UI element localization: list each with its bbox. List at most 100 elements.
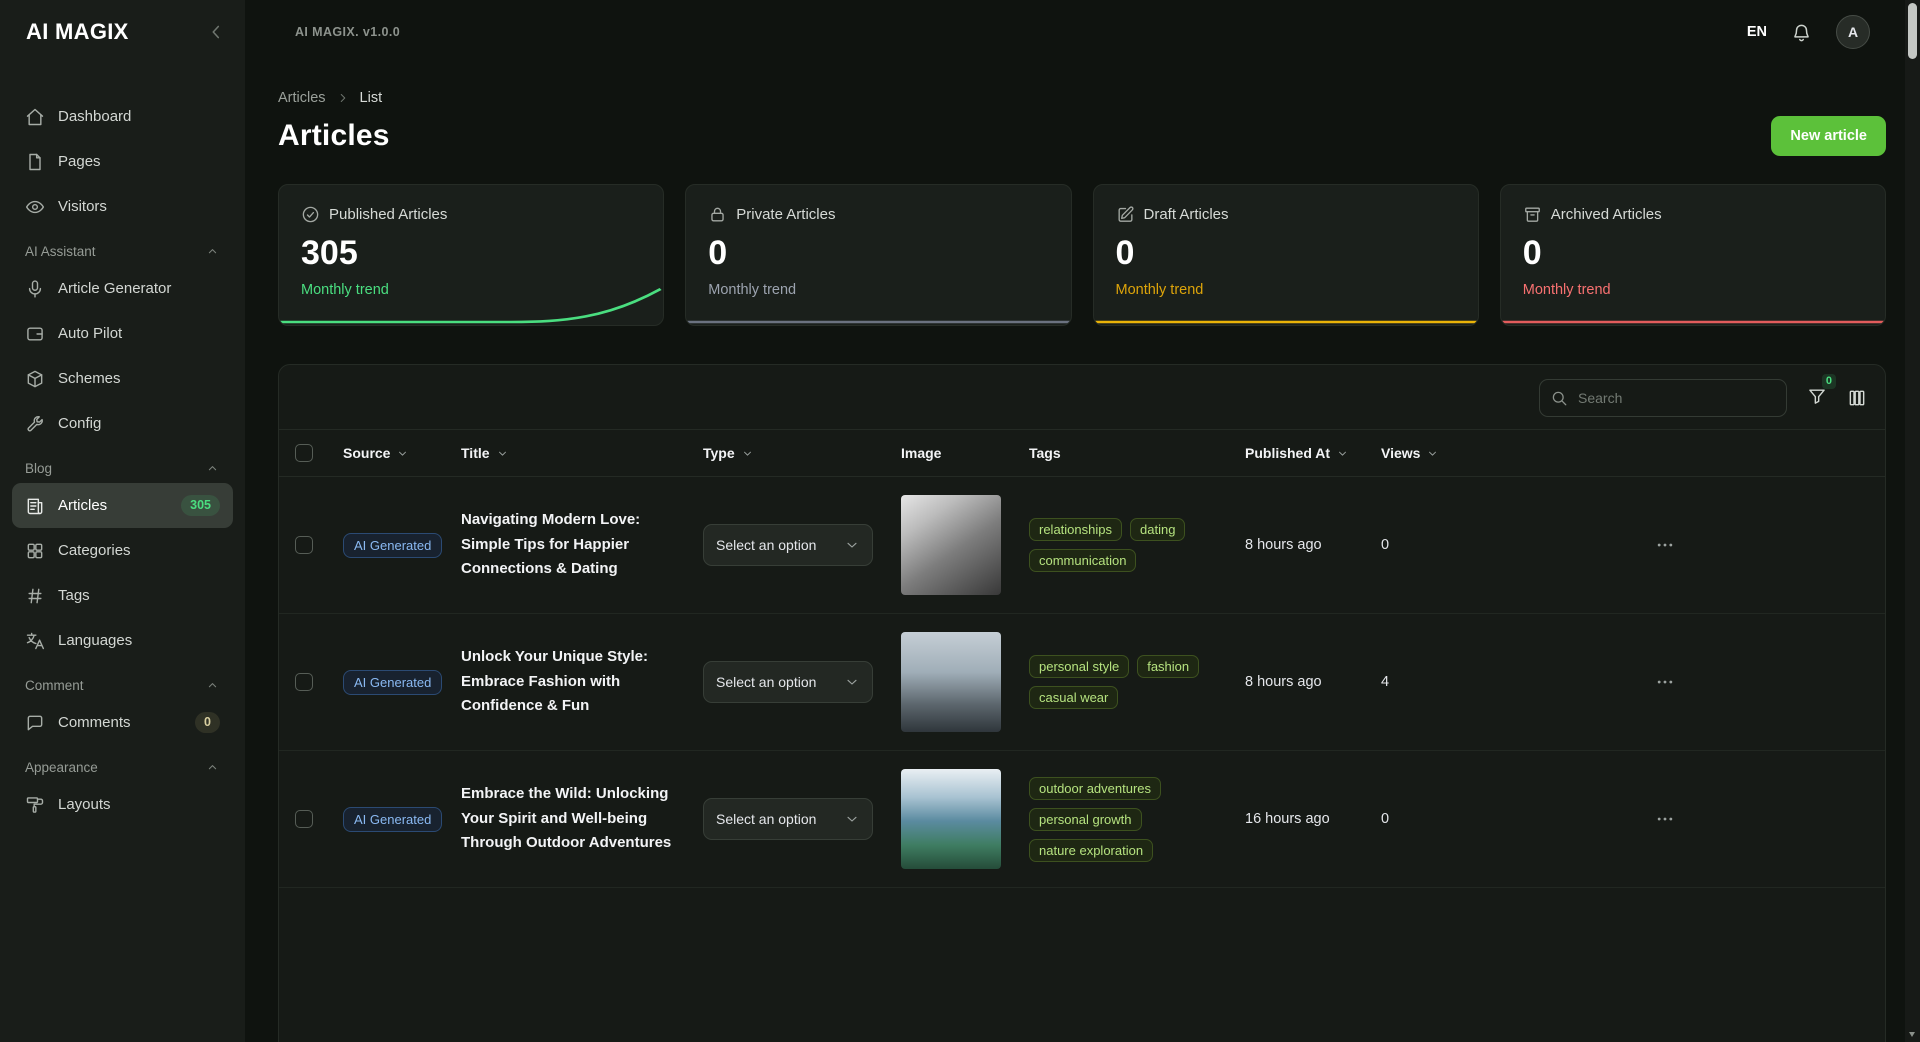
row-actions-menu[interactable] [1655,672,1675,692]
sidebar-section-comment[interactable]: Comment [12,663,233,700]
stat-label: Archived Articles [1551,206,1662,223]
sidebar-item-article-generator[interactable]: Article Generator [12,266,233,311]
bell-icon[interactable] [1791,22,1812,43]
sidebar-item-config[interactable]: Config [12,401,233,446]
article-thumbnail[interactable] [901,632,1001,732]
type-select-value: Select an option [716,537,816,553]
trend-sparkline [1094,285,1478,325]
search-input[interactable] [1539,379,1787,417]
section-title: Blog [25,461,52,476]
article-thumbnail[interactable] [901,495,1001,595]
table-header-row: Source Title Type Image T [279,429,1885,477]
sidebar-item-pages[interactable]: Pages [12,139,233,184]
stat-card-published: Published Articles 305 Monthly trend [278,184,664,326]
type-select[interactable]: Select an option [703,524,873,566]
sidebar-item-tags[interactable]: Tags [12,573,233,618]
tag-pill[interactable]: dating [1130,518,1185,541]
section-title: Comment [25,678,84,693]
column-label: Published At [1245,445,1330,461]
sidebar-item-schemes[interactable]: Schemes [12,356,233,401]
comments-count-badge: 0 [195,712,220,733]
type-select[interactable]: Select an option [703,798,873,840]
column-header-views[interactable]: Views [1381,445,1461,461]
articles-count-badge: 305 [181,495,220,516]
row-checkbox[interactable] [295,673,313,691]
select-all-checkbox[interactable] [295,444,313,462]
column-label: Type [703,445,735,461]
sort-chevron-icon [396,447,409,460]
row-actions-menu[interactable] [1655,535,1675,555]
sidebar-item-label: Auto Pilot [58,325,122,342]
sidebar-item-visitors[interactable]: Visitors [12,184,233,229]
stat-label: Private Articles [736,206,835,223]
tag-pill[interactable]: outdoor adventures [1029,777,1161,800]
type-select[interactable]: Select an option [703,661,873,703]
sidebar-item-label: Pages [58,153,101,170]
chevron-up-icon [205,678,220,693]
section-title: AI Assistant [25,244,96,259]
tag-list: outdoor adventures personal growth natur… [1029,777,1245,862]
breadcrumb-list: List [360,90,383,106]
chevron-up-icon [205,760,220,775]
column-header-type[interactable]: Type [703,445,901,461]
sidebar-item-layouts[interactable]: Layouts [12,782,233,827]
stats-row: Published Articles 305 Monthly trend Pri… [278,184,1886,326]
stat-value: 0 [1116,234,1456,273]
translate-icon [25,631,45,651]
column-header-title[interactable]: Title [461,445,703,461]
sidebar-section-ai-assistant[interactable]: AI Assistant [12,229,233,266]
article-title[interactable]: Navigating Modern Love: Simple Tips for … [461,508,703,582]
breadcrumb-articles[interactable]: Articles [278,90,326,106]
article-thumbnail[interactable] [901,769,1001,869]
trend-sparkline [1501,285,1885,325]
scrollbar-thumb[interactable] [1908,3,1917,59]
app-root: AI MAGIX Dashboard Pages Visitors AI Ass… [0,0,1920,1042]
article-title[interactable]: Unlock Your Unique Style: Embrace Fashio… [461,645,703,719]
tag-pill[interactable]: casual wear [1029,686,1118,709]
stat-value: 305 [301,234,641,273]
column-header-source[interactable]: Source [343,445,461,461]
column-label: Title [461,445,490,461]
tag-pill[interactable]: personal growth [1029,808,1142,831]
row-actions-menu[interactable] [1655,809,1675,829]
column-header-published-at[interactable]: Published At [1245,445,1381,461]
row-checkbox[interactable] [295,536,313,554]
source-badge: AI Generated [343,670,442,695]
sidebar-item-articles[interactable]: Articles 305 [12,483,233,528]
tag-pill[interactable]: personal style [1029,655,1129,678]
title-row: Articles New article [278,116,1886,156]
sidebar-item-auto-pilot[interactable]: Auto Pilot [12,311,233,356]
scrollbar-down-arrow[interactable] [1909,1032,1915,1037]
language-switcher[interactable]: EN [1747,24,1767,40]
tag-pill[interactable]: fashion [1137,655,1199,678]
filter-count-badge: 0 [1822,374,1836,389]
tag-pill[interactable]: nature exploration [1029,839,1153,862]
sidebar-item-comments[interactable]: Comments 0 [12,700,233,745]
sidebar-section-appearance[interactable]: Appearance [12,745,233,782]
chevron-down-icon [844,537,860,553]
sidebar-collapse-button[interactable] [205,21,227,43]
article-title[interactable]: Embrace the Wild: Unlocking Your Spirit … [461,782,703,856]
columns-icon[interactable] [1847,388,1867,408]
row-checkbox[interactable] [295,810,313,828]
sidebar-item-categories[interactable]: Categories [12,528,233,573]
column-label: Image [901,445,941,461]
tag-pill[interactable]: communication [1029,549,1136,572]
newspaper-icon [25,496,45,516]
source-badge: AI Generated [343,807,442,832]
table-row: AI Generated Unlock Your Unique Style: E… [279,614,1885,751]
user-avatar[interactable]: A [1836,15,1870,49]
column-header-image: Image [901,445,1029,461]
main-area: AI MAGIX. v1.0.0 EN A Articles List Arti… [245,0,1920,1042]
app-logo: AI MAGIX [26,19,129,45]
filter-control[interactable]: 0 [1807,386,1827,411]
sidebar-section-blog[interactable]: Blog [12,446,233,483]
hash-icon [25,586,45,606]
column-header-tags: Tags [1029,445,1245,461]
tag-pill[interactable]: relationships [1029,518,1122,541]
new-article-button[interactable]: New article [1771,116,1886,156]
sidebar-item-languages[interactable]: Languages [12,618,233,663]
search-box [1539,379,1787,417]
sidebar-item-dashboard[interactable]: Dashboard [12,94,233,139]
page-scrollbar[interactable] [1905,0,1920,1042]
